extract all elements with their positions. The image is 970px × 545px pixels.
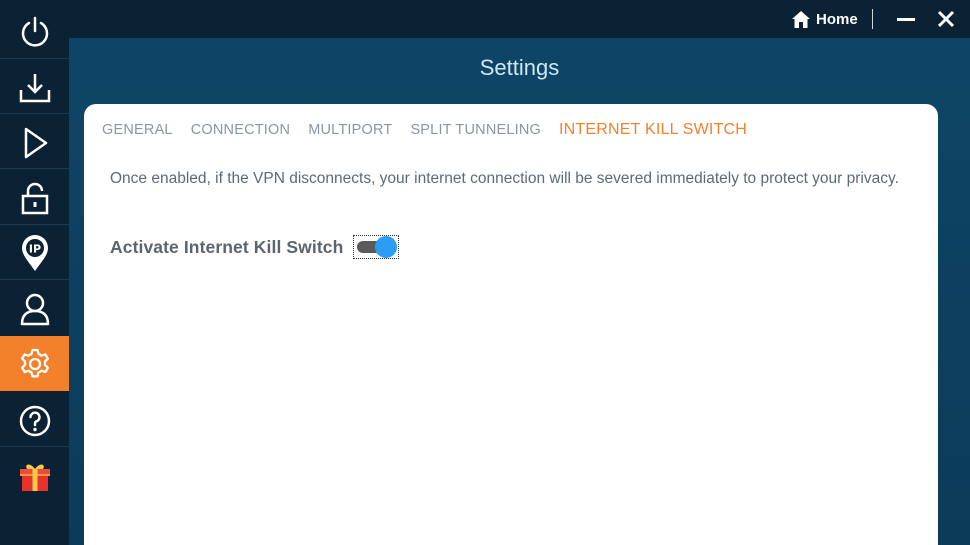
minimize-button[interactable] [895, 9, 917, 29]
tab-general[interactable]: GENERAL [102, 122, 173, 139]
title-bar: Home [69, 0, 970, 38]
download-icon [19, 73, 50, 102]
svg-text:IP: IP [28, 242, 40, 255]
settings-panel: GENERAL CONNECTION MULTIPORT SPLIT TUNNE… [84, 104, 938, 545]
page-title: Settings [479, 55, 560, 80]
play-icon [24, 127, 47, 158]
home-icon [792, 10, 810, 28]
sidebar-item-connect[interactable] [0, 115, 69, 170]
sidebar-item-security[interactable] [0, 170, 69, 225]
sidebar-item-ip[interactable]: IP [0, 225, 69, 280]
tab-split-tunneling[interactable]: SPLIT TUNNELING [410, 122, 541, 139]
tab-connection[interactable]: CONNECTION [191, 122, 290, 139]
settings-tabs: GENERAL CONNECTION MULTIPORT SPLIT TUNNE… [102, 121, 765, 139]
sidebar-item-gift[interactable] [0, 448, 69, 503]
title-bar-divider [872, 9, 873, 29]
close-icon [937, 10, 955, 28]
sidebar-item-help[interactable] [0, 393, 69, 448]
tab-internet-kill-switch[interactable]: INTERNET KILL SWITCH [559, 121, 747, 139]
help-icon [19, 405, 50, 436]
kill-switch-row: Activate Internet Kill Switch [110, 235, 400, 259]
kill-switch-description: Once enabled, if the VPN disconnects, yo… [110, 170, 899, 187]
ip-location-icon: IP [21, 234, 48, 271]
gear-icon [20, 348, 49, 378]
home-button[interactable]: Home [792, 8, 858, 30]
close-button[interactable] [935, 8, 957, 30]
kill-switch-toggle[interactable] [353, 235, 400, 259]
sidebar-item-settings[interactable] [0, 336, 69, 391]
home-label: Home [816, 10, 858, 28]
power-icon [21, 16, 48, 47]
lock-icon [21, 182, 48, 214]
user-icon [20, 293, 49, 325]
sidebar-item-power[interactable] [0, 4, 69, 59]
tab-multiport[interactable]: MULTIPORT [308, 122, 392, 139]
sidebar: IP [0, 0, 69, 545]
toggle-knob [375, 236, 398, 258]
sidebar-item-download[interactable] [0, 60, 69, 115]
kill-switch-label: Activate Internet Kill Switch [110, 236, 344, 257]
gift-icon [19, 463, 50, 491]
sidebar-item-account[interactable] [0, 281, 69, 336]
vpn-app-window: IP Home Settings GENERAL CONNECTION MULT… [0, 0, 970, 545]
